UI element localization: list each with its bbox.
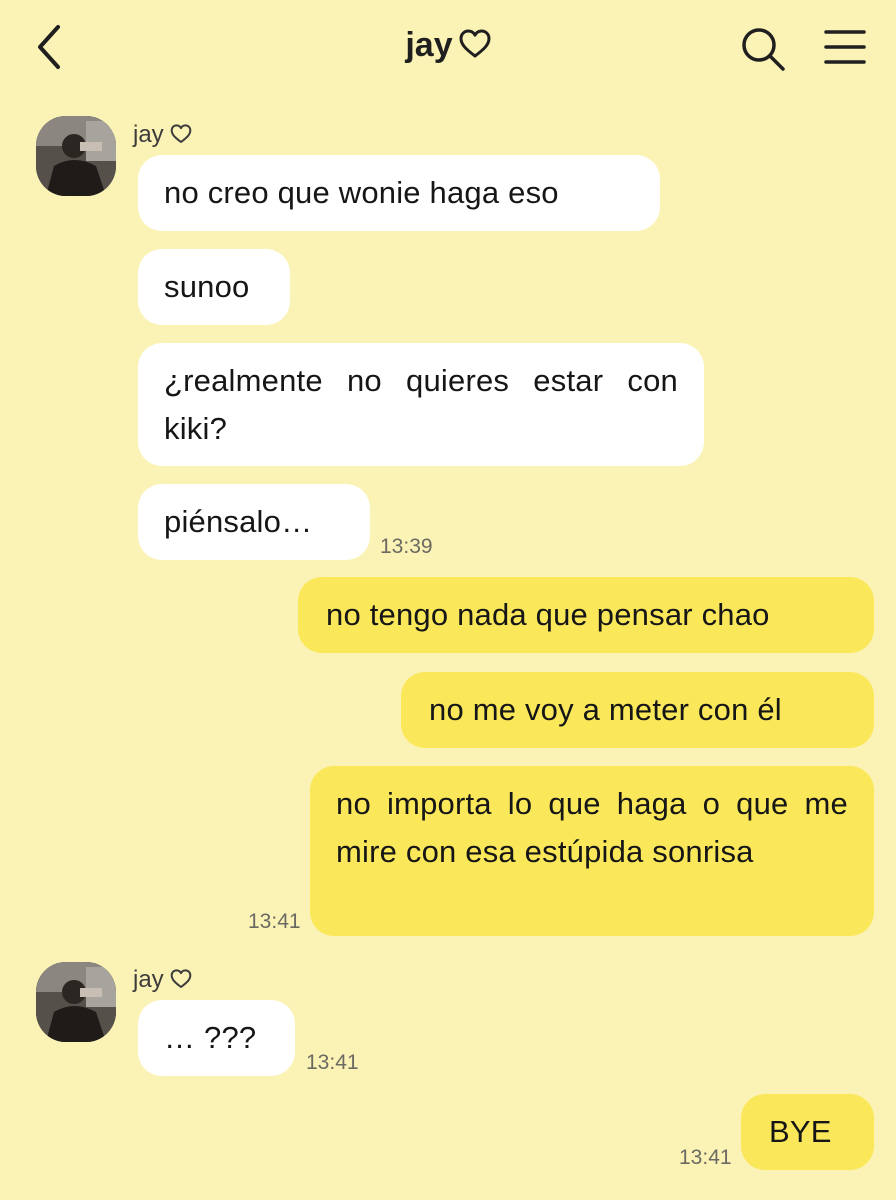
sender-name: jay	[133, 121, 192, 151]
message-bubble[interactable]: … ???	[138, 1000, 295, 1076]
message-bubble[interactable]: ¿realmente no quieres estar con kiki?	[138, 343, 704, 466]
chat-header: jay	[0, 0, 896, 100]
message-bubble[interactable]: no importa lo que haga o que me mire con…	[310, 766, 874, 936]
hamburger-menu-icon	[824, 30, 866, 64]
heart-outline-icon	[170, 968, 192, 996]
chat-title-text: jay	[405, 26, 453, 64]
search-icon	[742, 28, 785, 71]
avatar-photo	[36, 962, 116, 1042]
heart-outline-icon	[459, 29, 491, 68]
message-bubble[interactable]: BYE	[741, 1094, 874, 1170]
avatar[interactable]	[36, 962, 116, 1042]
avatar[interactable]	[36, 116, 116, 196]
message-bubble[interactable]: sunoo	[138, 249, 290, 325]
sender-name-text: jay	[133, 966, 164, 993]
message-timestamp: 13:41	[306, 1051, 359, 1074]
menu-button[interactable]	[822, 26, 868, 70]
message-bubble[interactable]: piénsalo…	[138, 484, 370, 560]
message-bubble[interactable]: no creo que wonie haga eso	[138, 155, 660, 231]
message-timestamp: 13:41	[679, 1146, 732, 1169]
message-bubble[interactable]: no me voy a meter con él	[401, 672, 874, 748]
avatar-photo	[36, 116, 116, 196]
message-timestamp: 13:41	[248, 910, 301, 933]
sender-name-text: jay	[133, 121, 164, 148]
heart-outline-icon	[170, 123, 192, 151]
sender-name: jay	[133, 966, 192, 996]
search-button[interactable]	[738, 24, 788, 74]
message-timestamp: 13:39	[380, 535, 433, 558]
message-bubble[interactable]: no tengo nada que pensar chao	[298, 577, 874, 653]
